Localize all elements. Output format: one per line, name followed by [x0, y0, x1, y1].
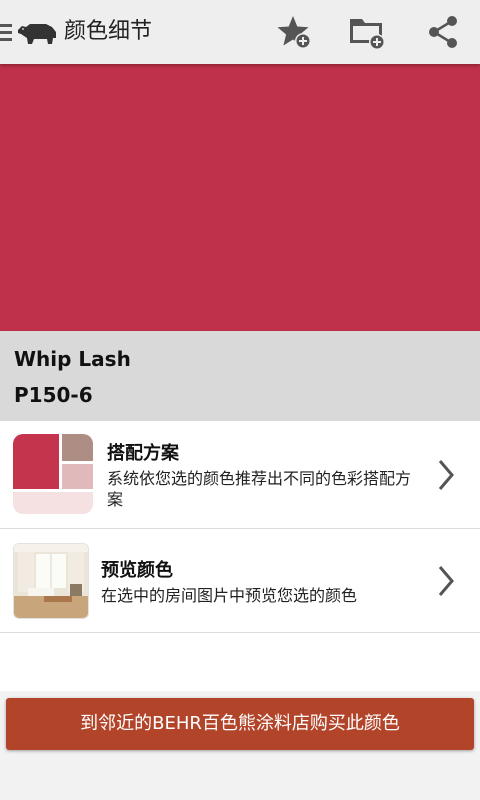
chevron-right-icon	[438, 460, 454, 490]
preview-color-title: 预览颜色	[101, 560, 173, 581]
color-code: P150-6	[14, 383, 93, 407]
coordinating-colors-description: 系统依您选的颜色推荐出不同的色彩搭配方案	[107, 469, 412, 509]
color-info: Whip Lash P150-6	[0, 331, 480, 421]
empty-space	[0, 633, 480, 691]
preview-color-description: 在选中的房间图片中预览您选的颜色	[101, 586, 358, 605]
room-preview-thumbnail	[13, 543, 89, 619]
app-bar: 颜色细节	[0, 0, 480, 64]
bear-logo-icon[interactable]	[16, 18, 58, 46]
menu-icon[interactable]	[0, 22, 12, 42]
share-icon[interactable]	[423, 12, 463, 52]
star-add-icon[interactable]	[274, 12, 314, 52]
folder-add-icon[interactable]	[347, 12, 387, 52]
buy-at-store-button[interactable]: 到邻近的BEHR百色熊涂料店购买此颜色	[6, 698, 474, 750]
chevron-right-icon	[438, 566, 454, 596]
color-name: Whip Lash	[14, 347, 131, 371]
color-scheme-thumbnail	[13, 434, 93, 514]
coordinating-colors-row[interactable]: 搭配方案 系统依您选的颜色推荐出不同的色彩搭配方案	[0, 421, 480, 529]
preview-color-row[interactable]: 预览颜色 在选中的房间图片中预览您选的颜色	[0, 529, 480, 633]
page-title: 颜色细节	[64, 19, 153, 44]
color-swatch	[0, 64, 480, 331]
coordinating-colors-title: 搭配方案	[107, 443, 179, 464]
